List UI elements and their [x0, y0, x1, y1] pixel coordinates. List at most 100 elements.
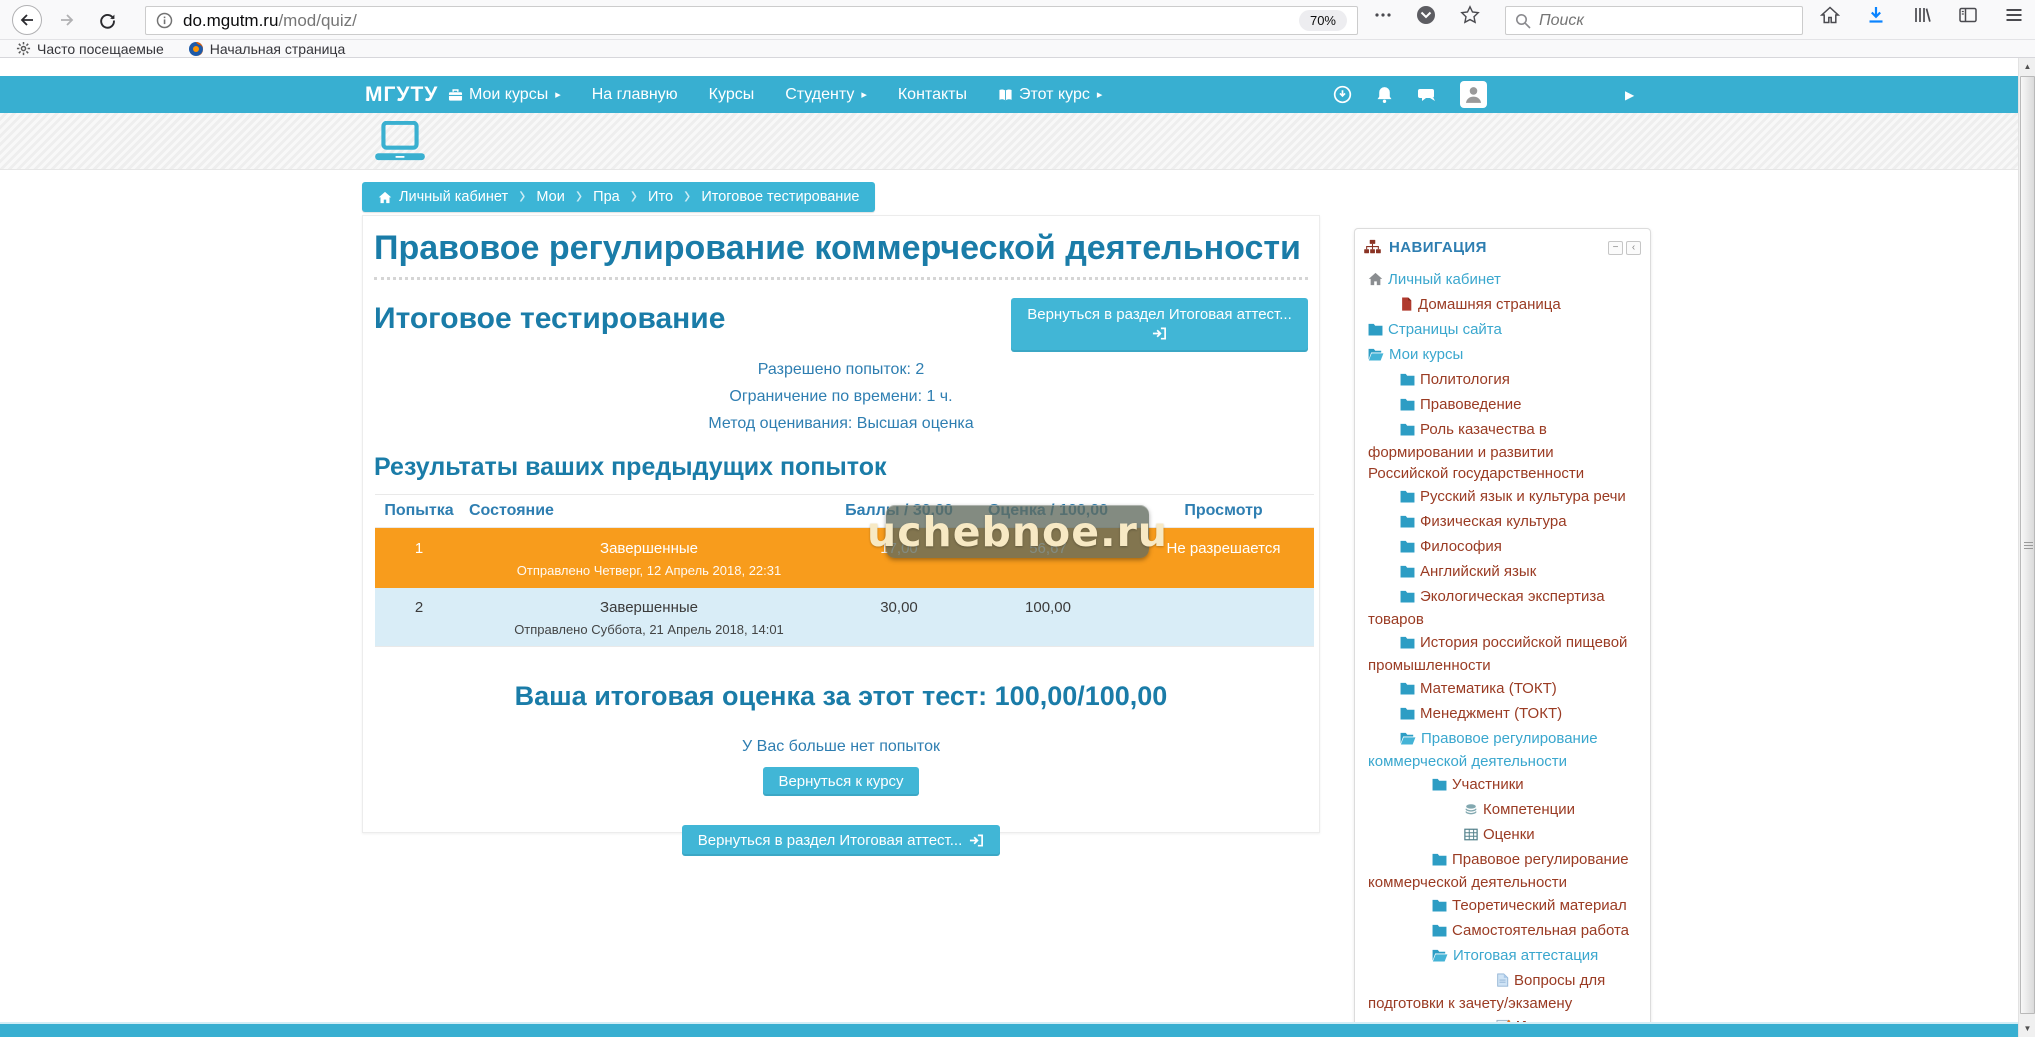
attempts-allowed: Разрешено попыток: 2: [374, 356, 1308, 383]
sidebar-item[interactable]: Менеджмент (ТОКТ): [1364, 702, 1641, 727]
sidebar-item[interactable]: Мои курсы: [1364, 343, 1641, 368]
footer-bar: [0, 1022, 2018, 1037]
bookmark-frequently-visited[interactable]: Часто посещаемые: [16, 41, 164, 57]
reload-button[interactable]: [92, 5, 122, 35]
nav-item-label: Курсы: [709, 86, 755, 104]
sidebar-item[interactable]: Домашняя страница: [1364, 293, 1641, 318]
breadcrumb-item-4[interactable]: Ито: [648, 189, 673, 205]
zoom-level-badge[interactable]: 70%: [1299, 10, 1347, 31]
sidebar-item-label: Оценки: [1483, 826, 1535, 843]
sidebar-item[interactable]: Личный кабинет: [1364, 268, 1641, 293]
back-to-course-button[interactable]: Вернуться к курсу: [763, 767, 918, 796]
breadcrumb-item-1[interactable]: Личный кабинет: [378, 189, 508, 205]
folder-open-icon: [1400, 947, 1448, 968]
grading-method: Метод оценивания: Высшая оценка: [374, 410, 1308, 437]
scroll-up-arrow[interactable]: ▲: [2019, 58, 2035, 75]
nav-item-4[interactable]: Студенту▸: [785, 86, 867, 104]
sidebar-item[interactable]: Итоговая аттестация: [1364, 944, 1641, 969]
nav-item-6[interactable]: Этот курс▸: [998, 86, 1102, 104]
attempt-review: [1133, 588, 1314, 647]
sidebar-item[interactable]: Математика (ТОКТ): [1364, 677, 1641, 702]
sidebar-item[interactable]: Страницы сайта: [1364, 318, 1641, 343]
attempt-submitted: Отправлено Суббота, 21 Апрель 2018, 14:0…: [469, 622, 829, 637]
sidebar-toggle-icon[interactable]: [1958, 5, 1978, 25]
access-icon[interactable]: [1333, 85, 1352, 104]
sidebar-item[interactable]: Английский язык: [1364, 560, 1641, 585]
folder-icon: [1384, 538, 1415, 559]
quiz-info: Разрешено попыток: 2 Ограничение по врем…: [374, 356, 1308, 437]
sidebar-item[interactable]: Самостоятельная работа: [1364, 919, 1641, 944]
bookmark-star-icon[interactable]: [1460, 5, 1480, 25]
dock-block-icon[interactable]: ‹: [1626, 241, 1641, 255]
sidebar-item[interactable]: Экологическая экспертиза товаров: [1364, 585, 1641, 631]
site-logo[interactable]: МГУТУ: [365, 76, 438, 113]
site-navbar: МГУТУ Мои курсы▸ На главную Курсы Студенту▸…: [0, 76, 2018, 113]
caret-icon: ▸: [555, 88, 561, 101]
sidebar-item[interactable]: История российской пищевой промышленност…: [1364, 631, 1641, 677]
forward-button[interactable]: [52, 5, 82, 35]
sidebar-item[interactable]: Правовое регулирование коммерческой деят…: [1364, 727, 1641, 773]
courses-icon: [448, 88, 463, 102]
home-icon[interactable]: [1820, 5, 1840, 25]
pocket-icon[interactable]: [1416, 5, 1436, 25]
file-red-icon: [1384, 296, 1413, 317]
user-avatar[interactable]: [1460, 81, 1487, 108]
back-to-section-button-top[interactable]: Вернуться в раздел Итоговая аттест...: [1011, 298, 1308, 352]
url-bar[interactable]: do.mgutm.ru/mod/quiz/ 70%: [145, 6, 1358, 35]
sidebar-item-label: Мои курсы: [1389, 346, 1463, 363]
nav-item-3[interactable]: Курсы: [709, 86, 755, 104]
attempt-grade: 100,00: [963, 588, 1133, 647]
attempt-number: 2: [375, 588, 463, 647]
folder-icon: [1400, 922, 1447, 943]
search-bar[interactable]: [1505, 6, 1803, 35]
sidebar-item[interactable]: Философия: [1364, 535, 1641, 560]
dotted-divider: [374, 277, 1308, 280]
page-scrollbar[interactable]: ▲ ▼: [2018, 58, 2035, 1037]
notifications-bell-icon[interactable]: [1375, 85, 1394, 104]
sidebar-item[interactable]: Оценки: [1364, 823, 1641, 848]
attempt-submitted: Отправлено Четверг, 12 Апрель 2018, 22:3…: [469, 563, 829, 578]
attempt-state: Завершенные: [469, 540, 829, 557]
bookmark-home-page[interactable]: Начальная страница: [188, 41, 345, 57]
sidebar-item[interactable]: Роль казачества в формировании и развити…: [1364, 418, 1641, 485]
main-content-card: Правовое регулирование коммерческой деят…: [362, 215, 1320, 833]
page-actions-icon[interactable]: [1374, 6, 1392, 24]
navigation-block: НАВИГАЦИЯ − ‹ Личный кабинетДомашняя стр…: [1354, 228, 1651, 1037]
sidebar-item[interactable]: Теоретический материал: [1364, 894, 1641, 919]
collapse-block-icon[interactable]: −: [1608, 241, 1623, 255]
sidebar-item[interactable]: Физическая культура: [1364, 510, 1641, 535]
messages-icon[interactable]: [1417, 85, 1437, 105]
library-icon[interactable]: [1912, 5, 1932, 25]
back-button[interactable]: [12, 5, 42, 35]
sidebar-item[interactable]: Правоведение: [1364, 393, 1641, 418]
folder-open-icon: [1368, 346, 1384, 367]
bookmarks-bar: Часто посещаемые Начальная страница: [0, 40, 2035, 58]
sidebar-item-label: Философия: [1420, 538, 1502, 555]
breadcrumb-item-5[interactable]: Итоговое тестирование: [701, 189, 859, 205]
site-info-icon[interactable]: [156, 12, 173, 29]
nav-item-1[interactable]: Мои курсы▸: [448, 86, 561, 104]
sidebar-item[interactable]: Правовое регулирование коммерческой деят…: [1364, 848, 1641, 894]
laptop-icon[interactable]: [370, 121, 430, 167]
download-icon[interactable]: [1866, 5, 1886, 25]
sidebar-item[interactable]: Политология: [1364, 368, 1641, 393]
sidebar-item[interactable]: Русский язык и культура речи: [1364, 485, 1641, 510]
sidebar-item[interactable]: Компетенции: [1364, 798, 1641, 823]
breadcrumb-item-2[interactable]: Мои: [536, 189, 564, 205]
navbar-expand-arrow[interactable]: ▶: [1625, 76, 1634, 113]
scrollbar-thumb[interactable]: [2020, 76, 2035, 1014]
sidebar-item-label: Самостоятельная работа: [1452, 922, 1629, 939]
nav-item-label: На главную: [592, 86, 678, 104]
url-text: do.mgutm.ru/mod/quiz/: [183, 11, 357, 31]
breadcrumb-item-3[interactable]: Пра: [593, 189, 620, 205]
back-to-section-button-bottom[interactable]: Вернуться в раздел Итоговая аттест...: [682, 825, 1001, 856]
sidebar-item[interactable]: Вопросы для подготовки к зачету/экзамену: [1364, 969, 1641, 1015]
no-more-attempts: У Вас больше нет попыток: [374, 738, 1308, 756]
scroll-down-arrow[interactable]: ▼: [2019, 1020, 2035, 1037]
sidebar-item-label: Личный кабинет: [1388, 271, 1501, 288]
nav-item-5[interactable]: Контакты: [898, 86, 967, 104]
menu-icon[interactable]: [2004, 5, 2024, 25]
nav-item-2[interactable]: На главную: [592, 86, 678, 104]
sidebar-item[interactable]: Участники: [1364, 773, 1641, 798]
search-input[interactable]: [1539, 12, 1759, 30]
